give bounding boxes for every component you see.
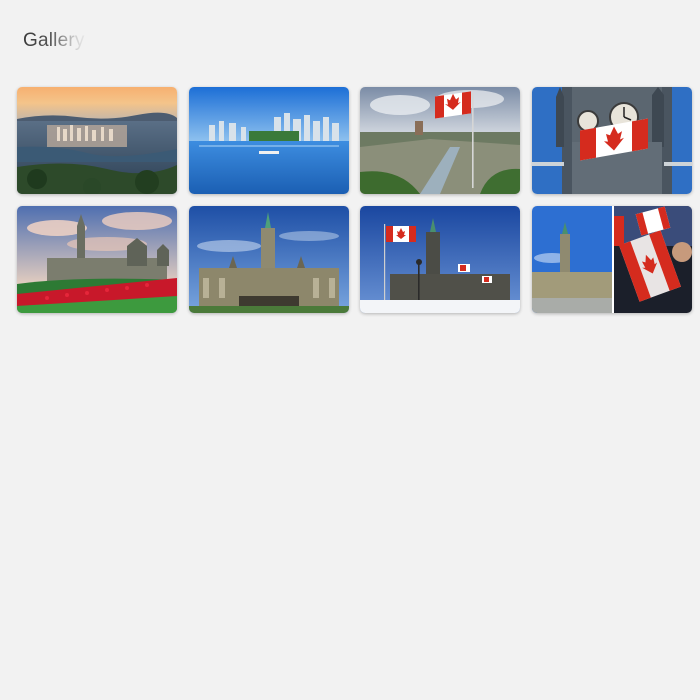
peace-tower-clock-flag-photo bbox=[531, 87, 692, 194]
gallery-page: Gallery bbox=[0, 0, 700, 700]
gallery-thumbnail[interactable] bbox=[188, 206, 349, 313]
gallery-thumbnail[interactable] bbox=[17, 87, 177, 194]
parliament-tulips-photo bbox=[17, 206, 177, 313]
parliament-and-flag-collage-photo bbox=[531, 206, 692, 313]
vancouver-harbor-sunset-photo bbox=[17, 87, 177, 194]
gallery-thumbnail[interactable] bbox=[531, 206, 692, 313]
parliament-centre-block-photo bbox=[188, 206, 349, 313]
gallery-thumbnail[interactable] bbox=[188, 87, 349, 194]
parliament-winter-flags-photo bbox=[360, 206, 521, 313]
gallery-thumbnail[interactable] bbox=[17, 206, 177, 313]
gallery-grid bbox=[17, 87, 692, 313]
vancouver-skyline-water-photo bbox=[188, 87, 349, 194]
page-title: Gallery bbox=[23, 30, 85, 51]
canada-flag-icon bbox=[386, 226, 417, 242]
gallery-thumbnail[interactable] bbox=[531, 87, 692, 194]
gallery-thumbnail[interactable] bbox=[360, 206, 521, 313]
gallery-thumbnail[interactable] bbox=[360, 87, 521, 194]
quebec-city-flag-photo bbox=[360, 87, 521, 194]
